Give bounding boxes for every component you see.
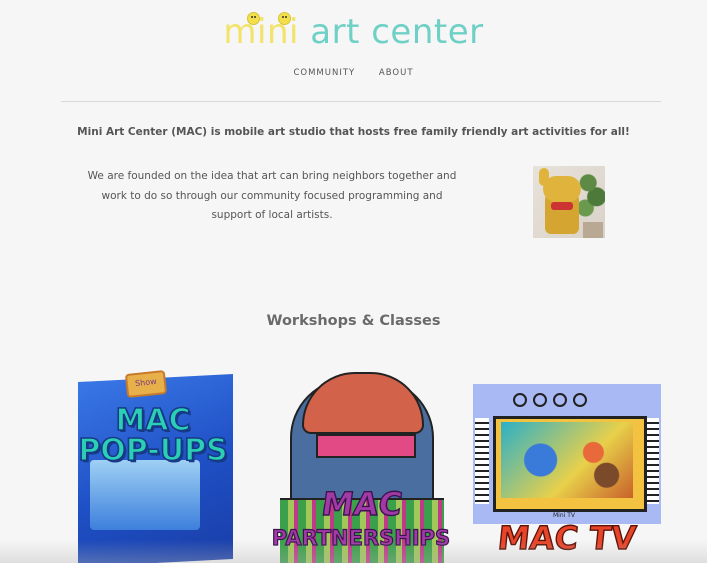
partners-label-line2: PARTNERSHIPS bbox=[271, 526, 451, 550]
partners-glasses-art bbox=[316, 434, 416, 458]
tv-screen-caption: Mini TV bbox=[553, 512, 575, 519]
popups-diorama-art bbox=[90, 460, 200, 530]
card-mac-tv[interactable]: Mini TV MAC TV bbox=[473, 370, 661, 563]
tv-speaker-right-art bbox=[645, 418, 659, 504]
plant-graphic bbox=[577, 166, 605, 222]
site-logo[interactable]: mini art center bbox=[0, 8, 707, 56]
popups-label: MAC POP-UPS bbox=[78, 403, 229, 468]
lucky-cat-photo bbox=[533, 166, 605, 238]
card-mac-popups[interactable]: Show MAC POP-UPS bbox=[74, 370, 234, 563]
popups-label-line2: POP-UPS bbox=[78, 433, 229, 468]
nav-link-community[interactable]: COMMUNITY bbox=[293, 68, 355, 78]
tv-screen-art bbox=[501, 422, 633, 498]
cat-paw-graphic bbox=[539, 168, 549, 186]
popups-label-line1: MAC bbox=[115, 403, 192, 438]
intro-tagline: Mini Art Center (MAC) is mobile art stud… bbox=[77, 126, 630, 138]
nav-link-about[interactable]: ABOUT bbox=[379, 68, 414, 78]
tv-knobs-art bbox=[513, 392, 623, 407]
pot-graphic bbox=[583, 222, 603, 238]
logo-word-center: center bbox=[371, 12, 484, 52]
partners-label-line1: MAC bbox=[319, 484, 406, 523]
header-divider bbox=[61, 101, 661, 102]
card-mac-partnerships[interactable]: MAC PARTNERSHIPS bbox=[266, 370, 456, 563]
intro-about-text: We are founded on the idea that art can … bbox=[87, 170, 457, 221]
logo-word-art: art bbox=[310, 12, 360, 52]
popups-show-sign: Show bbox=[124, 370, 168, 399]
partners-hair-art bbox=[302, 372, 424, 434]
workshops-title: Workshops & Classes bbox=[266, 313, 441, 329]
cat-bib-graphic bbox=[551, 202, 573, 210]
tv-speaker-left-art bbox=[475, 418, 489, 504]
main-nav: COMMUNITY ABOUT bbox=[0, 68, 707, 78]
tv-label: MAC TV bbox=[495, 518, 638, 557]
logo-wordmark: mini art center bbox=[223, 8, 483, 56]
